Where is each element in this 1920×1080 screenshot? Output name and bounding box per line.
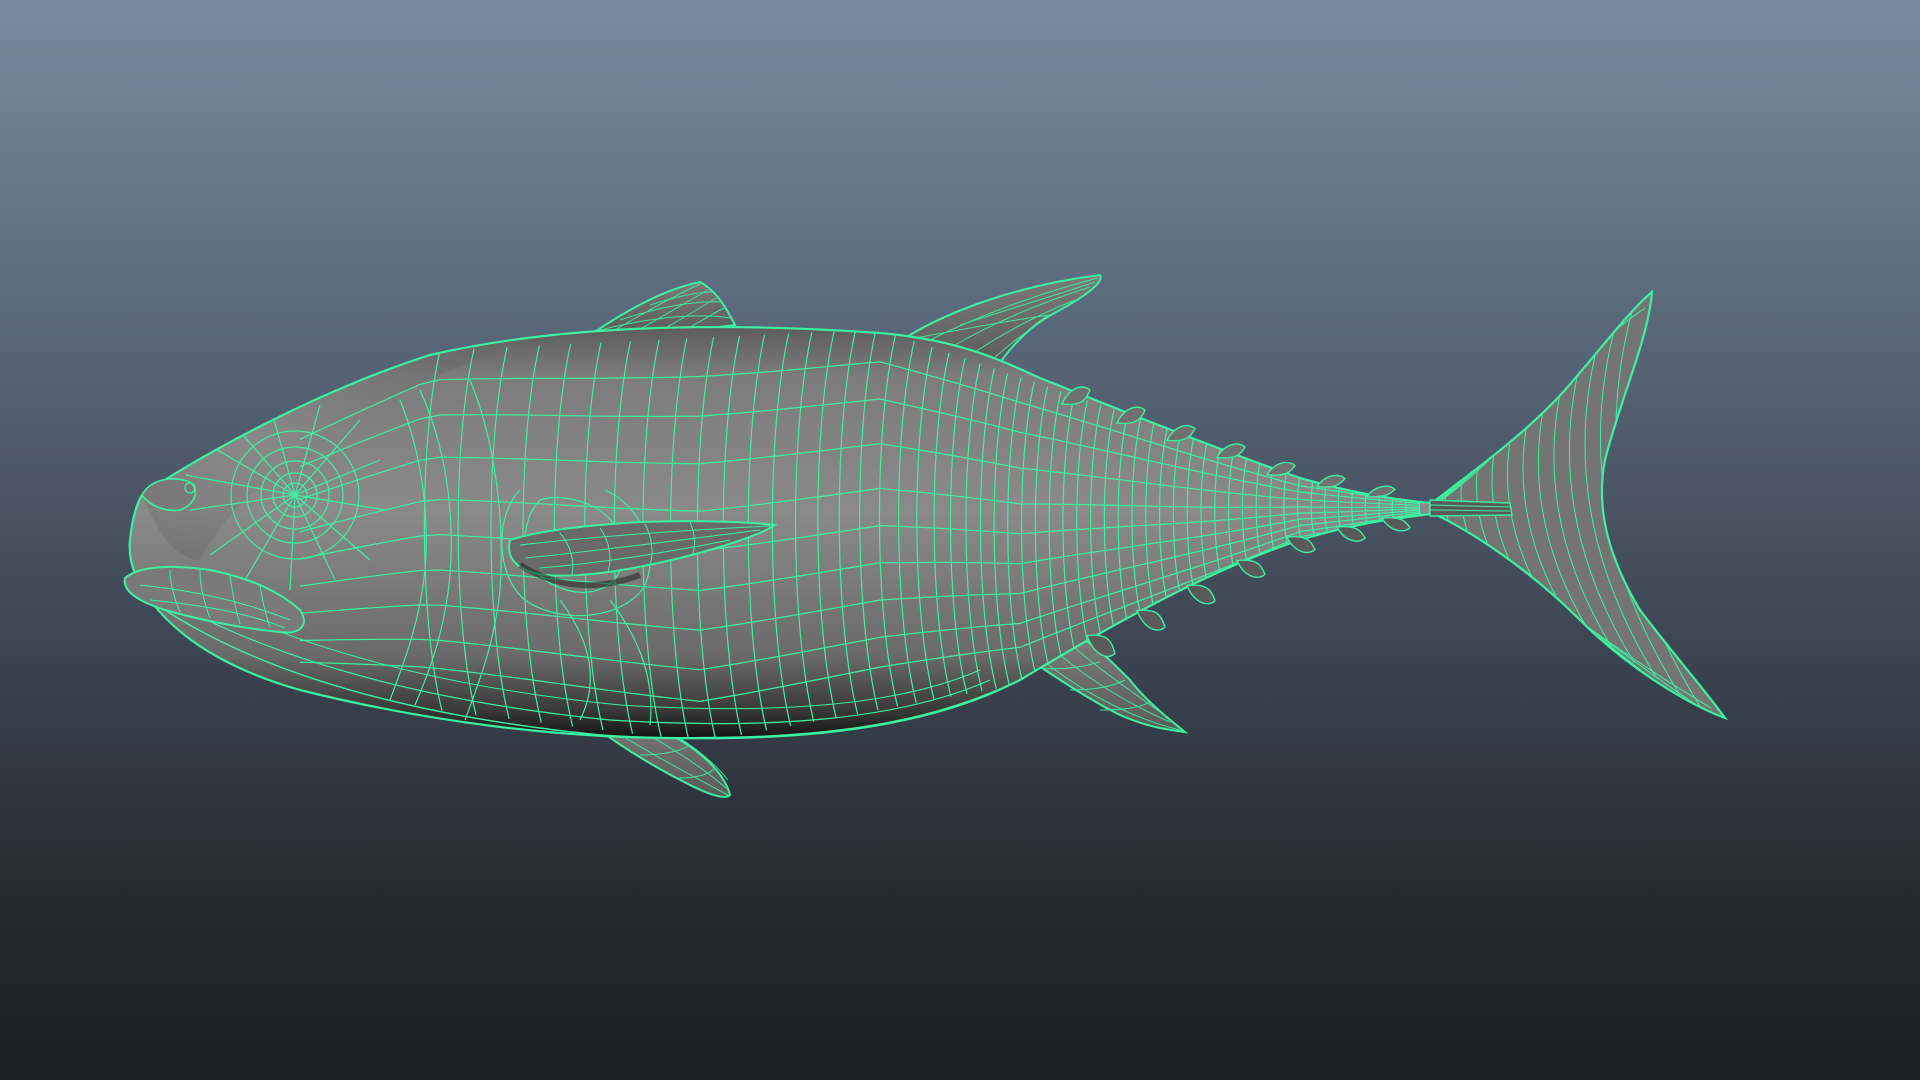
- finlet: [1136, 609, 1166, 631]
- finlet: [1315, 474, 1346, 488]
- finlet: [1265, 461, 1296, 476]
- finlet: [1285, 535, 1316, 554]
- maya-viewport[interactable]: [0, 0, 1920, 1080]
- finlet: [1235, 559, 1266, 578]
- fish-body[interactable]: [128, 326, 1439, 740]
- finlet: [1365, 485, 1397, 498]
- finlet: [1185, 584, 1216, 605]
- viewport-scene[interactable]: [0, 0, 1920, 1080]
- caudal-keel: [1429, 499, 1513, 517]
- finlet: [1335, 525, 1366, 542]
- finlet: [1380, 516, 1411, 532]
